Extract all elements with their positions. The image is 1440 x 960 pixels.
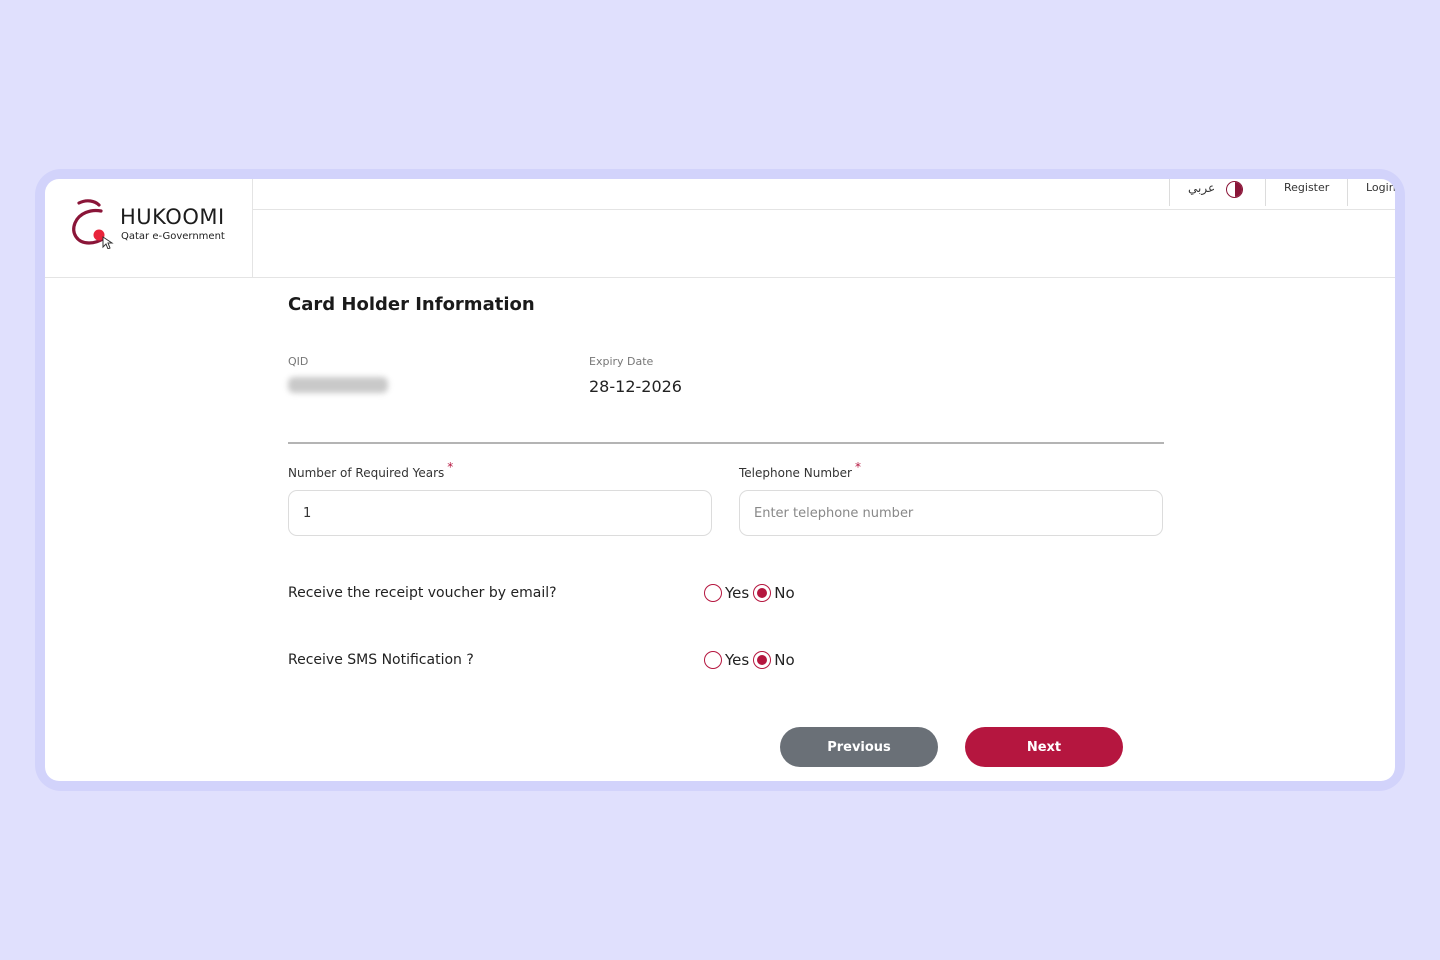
previous-button[interactable]: Previous [780, 727, 938, 767]
expiry-date-value: 28-12-2026 [589, 377, 682, 396]
telephone-label: Telephone Number * [739, 460, 861, 480]
required-years-label: Number of Required Years * [288, 460, 454, 480]
browser-window: HUKOOMI Qatar e-Government عربي Register… [45, 179, 1395, 781]
register-link[interactable]: Register [1284, 181, 1329, 194]
header-divider [253, 277, 1395, 278]
required-years-input[interactable] [288, 490, 712, 536]
nav-separator [1169, 179, 1170, 206]
section-divider [288, 442, 1164, 444]
qid-label: QID [288, 355, 309, 368]
sms-no-label[interactable]: No [774, 651, 794, 669]
expiry-date-label: Expiry Date [589, 355, 654, 368]
sms-yes-radio[interactable] [704, 651, 722, 669]
login-link[interactable]: Login [1366, 181, 1395, 194]
required-marker: * [447, 460, 454, 474]
brand-title: HUKOOMI [120, 205, 225, 229]
email-voucher-radio-group: Yes No [704, 584, 799, 602]
brand-subtitle: Qatar e-Government [121, 231, 225, 242]
sms-yes-label[interactable]: Yes [725, 651, 749, 669]
email-yes-radio[interactable] [704, 584, 722, 602]
sms-no-radio[interactable] [753, 651, 772, 669]
qatar-flag-icon[interactable] [1226, 181, 1243, 198]
qid-value-redacted [288, 377, 388, 393]
logo[interactable]: HUKOOMI Qatar e-Government [45, 179, 253, 278]
email-voucher-question: Receive the receipt voucher by email? [288, 585, 557, 601]
email-yes-label[interactable]: Yes [725, 584, 749, 602]
sms-notification-question: Receive SMS Notification ? [288, 652, 474, 668]
sms-notification-radio-group: Yes No [704, 651, 799, 669]
nav-separator [1347, 179, 1348, 206]
required-marker: * [854, 460, 861, 474]
hukoomi-logo-icon [72, 199, 114, 249]
page-title: Card Holder Information [288, 294, 535, 315]
language-toggle[interactable]: عربي [1188, 181, 1215, 195]
telephone-input[interactable] [739, 490, 1163, 536]
email-no-label[interactable]: No [774, 584, 794, 602]
next-button[interactable]: Next [965, 727, 1123, 767]
top-navigation [253, 179, 1395, 210]
nav-separator [1265, 179, 1266, 206]
email-no-radio[interactable] [753, 584, 772, 602]
